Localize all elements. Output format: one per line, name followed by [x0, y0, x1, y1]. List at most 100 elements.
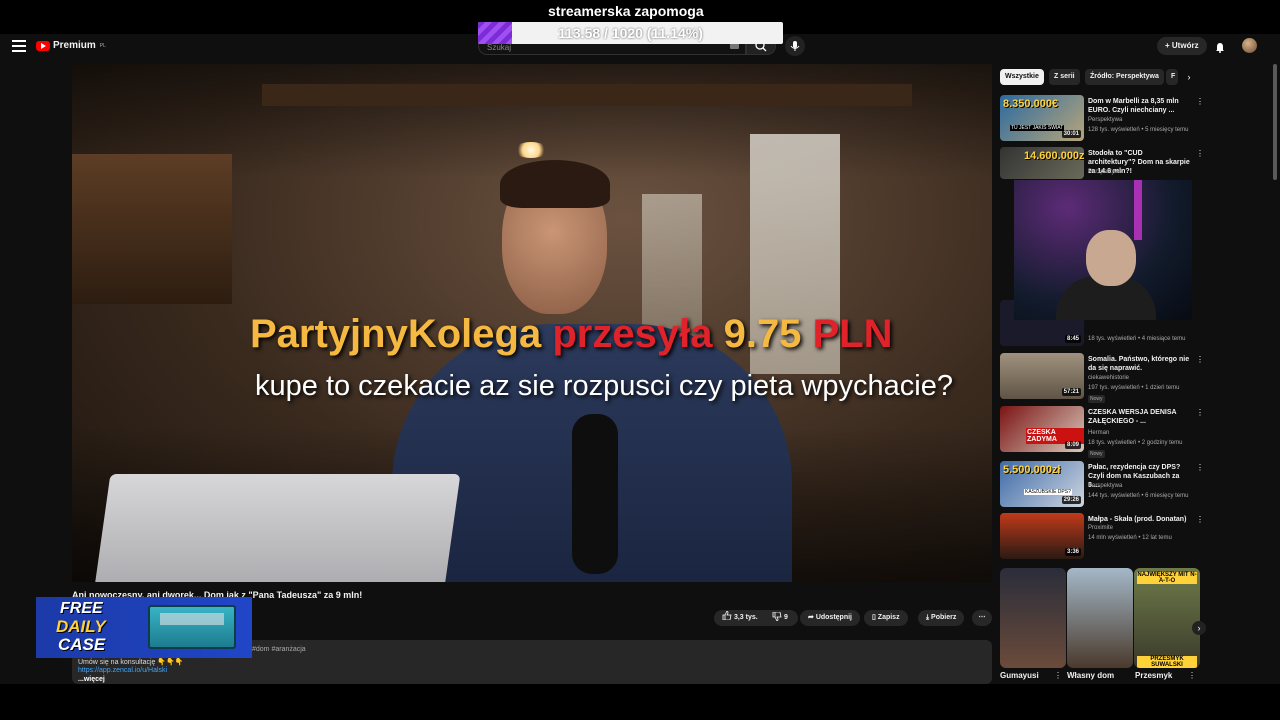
- short-title[interactable]: Własny dom: [1067, 671, 1114, 680]
- scrollbar[interactable]: [1273, 64, 1277, 180]
- thumbnail-price: 8.350.000€: [1003, 98, 1059, 110]
- short-title[interactable]: Przesmyk: [1135, 671, 1172, 680]
- youtube-logo-icon: [36, 40, 50, 51]
- more-vert-icon[interactable]: ⋮: [1188, 671, 1196, 680]
- video-duration: 8:45: [1064, 335, 1081, 343]
- menu-icon[interactable]: [12, 40, 26, 52]
- recommendation-item[interactable]: 8.350.000€ 30:01 TU JEST JAKIŚ ŚWIAT Dom…: [1000, 95, 1204, 141]
- channel-name: Perspektywa: [1088, 483, 1123, 489]
- recommendation-item[interactable]: 57:21 Somalia. Państwo, którego nie da s…: [1000, 353, 1204, 403]
- thumbs-down-icon: [772, 611, 782, 622]
- short-thumbnail[interactable]: [1067, 568, 1133, 668]
- recommendation-item[interactable]: 5.500.000zł KASZUBSKIE DPS? 29:26 Pałac,…: [1000, 461, 1204, 507]
- recommendation-item[interactable]: 3:36 Małpa - Skała (prod. Donatan) Proxi…: [1000, 513, 1204, 559]
- video-duration: 57:21: [1061, 388, 1081, 396]
- video-stats: 18 tys. wyświetleń • 2 godziny temu: [1088, 440, 1183, 446]
- short-thumbnail[interactable]: NAJWIĘKSZY MIT N-A-T-O PRZESMYK SUWALSKI: [1134, 568, 1200, 668]
- avatar[interactable]: [1242, 38, 1257, 53]
- voice-search-button[interactable]: [785, 36, 805, 56]
- video-stats: 18 tys. wyświetleń • 4 miesiące temu: [1088, 336, 1186, 342]
- video-thumbnail: CZESKA ZADYMA 8:09: [1000, 406, 1084, 452]
- video-stats: 197 tys. wyświetleń • 1 dzień temu: [1088, 385, 1180, 391]
- video-scenery: [93, 474, 461, 582]
- case-graphic: [148, 605, 236, 649]
- channel-name: Proximite: [1088, 525, 1114, 531]
- video-duration: 30:01: [1061, 130, 1081, 138]
- create-button[interactable]: + Utwórz: [1157, 37, 1207, 55]
- mic-icon: [790, 41, 800, 51]
- donation-amount: 9.75: [723, 312, 802, 356]
- download-label: Pobierz: [931, 614, 957, 621]
- more-vert-icon[interactable]: ⋮: [1196, 355, 1204, 364]
- donation-verb: przesyła: [552, 312, 713, 356]
- promo-line-3: CASE: [58, 635, 106, 654]
- promo-line-2: DAILY: [56, 617, 106, 636]
- more-vert-icon[interactable]: ⋮: [1196, 463, 1204, 472]
- youtube-logo[interactable]: Premium PL: [36, 40, 106, 51]
- streamer-webcam-overlay: [1014, 180, 1192, 320]
- chevron-right-icon[interactable]: ›: [1182, 70, 1196, 84]
- donation-message: kupe to czekacie az sie rozpusci czy pie…: [255, 370, 953, 402]
- video-thumbnail: 8.350.000€ 30:01 TU JEST JAKIŚ ŚWIAT: [1000, 95, 1084, 141]
- share-button[interactable]: ➦ Udostępnij: [800, 610, 860, 626]
- dislike-count: 9: [783, 614, 788, 621]
- video-thumbnail: 57:21: [1000, 353, 1084, 399]
- download-button[interactable]: ⤓ Pobierz: [918, 610, 965, 626]
- more-icon: ⋯: [978, 614, 986, 621]
- video-stats: 14 mln wyświetleń • 12 lat temu: [1088, 535, 1172, 541]
- save-button[interactable]: ▯ Zapisz: [864, 610, 908, 626]
- brand-label: Premium: [53, 40, 96, 51]
- video-stats: 144 tys. wyświetleń • 6 miesięcy temu: [1088, 493, 1189, 499]
- like-count: 3,3 tys.: [733, 614, 758, 621]
- brand-region: PL: [99, 42, 106, 49]
- promo-line-1: FREE: [60, 600, 103, 617]
- shorts-next-button[interactable]: ›: [1192, 621, 1206, 635]
- dislike-button[interactable]: 9: [764, 610, 798, 626]
- goal-progress-text: 113.58 / 1020 (11.14%): [558, 25, 703, 41]
- short-title[interactable]: Gumayusi: [1000, 671, 1039, 680]
- filter-chip[interactable]: Z serii: [1049, 69, 1080, 85]
- new-badge: Nowy: [1088, 395, 1105, 403]
- channel-name: Perspektywa: [1088, 169, 1123, 175]
- more-vert-icon[interactable]: ⋮: [1196, 149, 1204, 158]
- thumbnail-price: 5.500.000zł: [1003, 464, 1061, 476]
- thumbnail-caption: TU JEST JAKIŚ ŚWIAT: [1010, 125, 1065, 131]
- more-vert-icon[interactable]: ⋮: [1054, 671, 1062, 680]
- short-caption: NAJWIĘKSZY MIT N-A-T-O: [1137, 572, 1197, 584]
- video-thumbnail: 3:36: [1000, 513, 1084, 559]
- more-vert-icon[interactable]: ⋮: [1196, 408, 1204, 417]
- bell-icon[interactable]: [1215, 40, 1225, 53]
- channel-name: Herman: [1088, 430, 1110, 436]
- description-link[interactable]: https://app.zencal.io/u/Halski: [78, 667, 167, 674]
- video-stats: 128 tys. wyświetleń • 5 miesięcy temu: [1088, 127, 1189, 133]
- stream-bottom-band: [0, 684, 1280, 720]
- channel-name: ciekawehistorie: [1088, 375, 1130, 381]
- create-label: Utwórz: [1171, 41, 1199, 50]
- chevron-right-icon: ›: [1197, 623, 1201, 633]
- video-scenery: [262, 84, 912, 106]
- plus-icon: +: [1165, 41, 1172, 50]
- more-vert-icon[interactable]: ⋮: [1196, 515, 1204, 524]
- video-thumbnail: 5.500.000zł KASZUBSKIE DPS? 29:26: [1000, 461, 1084, 507]
- description-line: Umów się na konsultację 👇👇👇: [78, 659, 184, 666]
- thumbnail-price: 14.600.000zł: [1024, 150, 1084, 162]
- show-more-link[interactable]: ...więcej: [78, 676, 105, 683]
- channel-name: Perspektywa: [1088, 117, 1123, 123]
- filter-chip[interactable]: Wszystkie: [1000, 69, 1044, 85]
- video-title: Małpa - Skała (prod. Donatan): [1088, 516, 1187, 523]
- video-scenery: [72, 154, 232, 304]
- filter-chip[interactable]: F: [1166, 69, 1178, 85]
- video-duration: 3:36: [1064, 548, 1081, 556]
- search-placeholder: Szukaj: [487, 43, 512, 52]
- more-vert-icon[interactable]: ⋮: [1196, 97, 1204, 106]
- short-thumbnail[interactable]: [1000, 568, 1066, 668]
- filter-chip[interactable]: Źródło: Perspektywa: [1085, 69, 1164, 85]
- share-label: Udostępnij: [815, 614, 852, 621]
- more-actions-button[interactable]: ⋯: [972, 610, 992, 626]
- goal-title: streamerska zapomoga: [548, 3, 704, 19]
- goal-progress-bar: 113.58 / 1020 (11.14%): [478, 22, 783, 44]
- video-title: CZESKA WERSJA DENISA ZAŁĘCKIEGO - ...: [1088, 409, 1177, 425]
- recommendation-item[interactable]: CZESKA ZADYMA 8:09 CZESKA WERSJA DENISA …: [1000, 406, 1204, 458]
- short-caption: PRZESMYK SUWALSKI: [1137, 656, 1197, 668]
- thumbnail-caption: KASZUBSKIE DPS?: [1024, 489, 1072, 495]
